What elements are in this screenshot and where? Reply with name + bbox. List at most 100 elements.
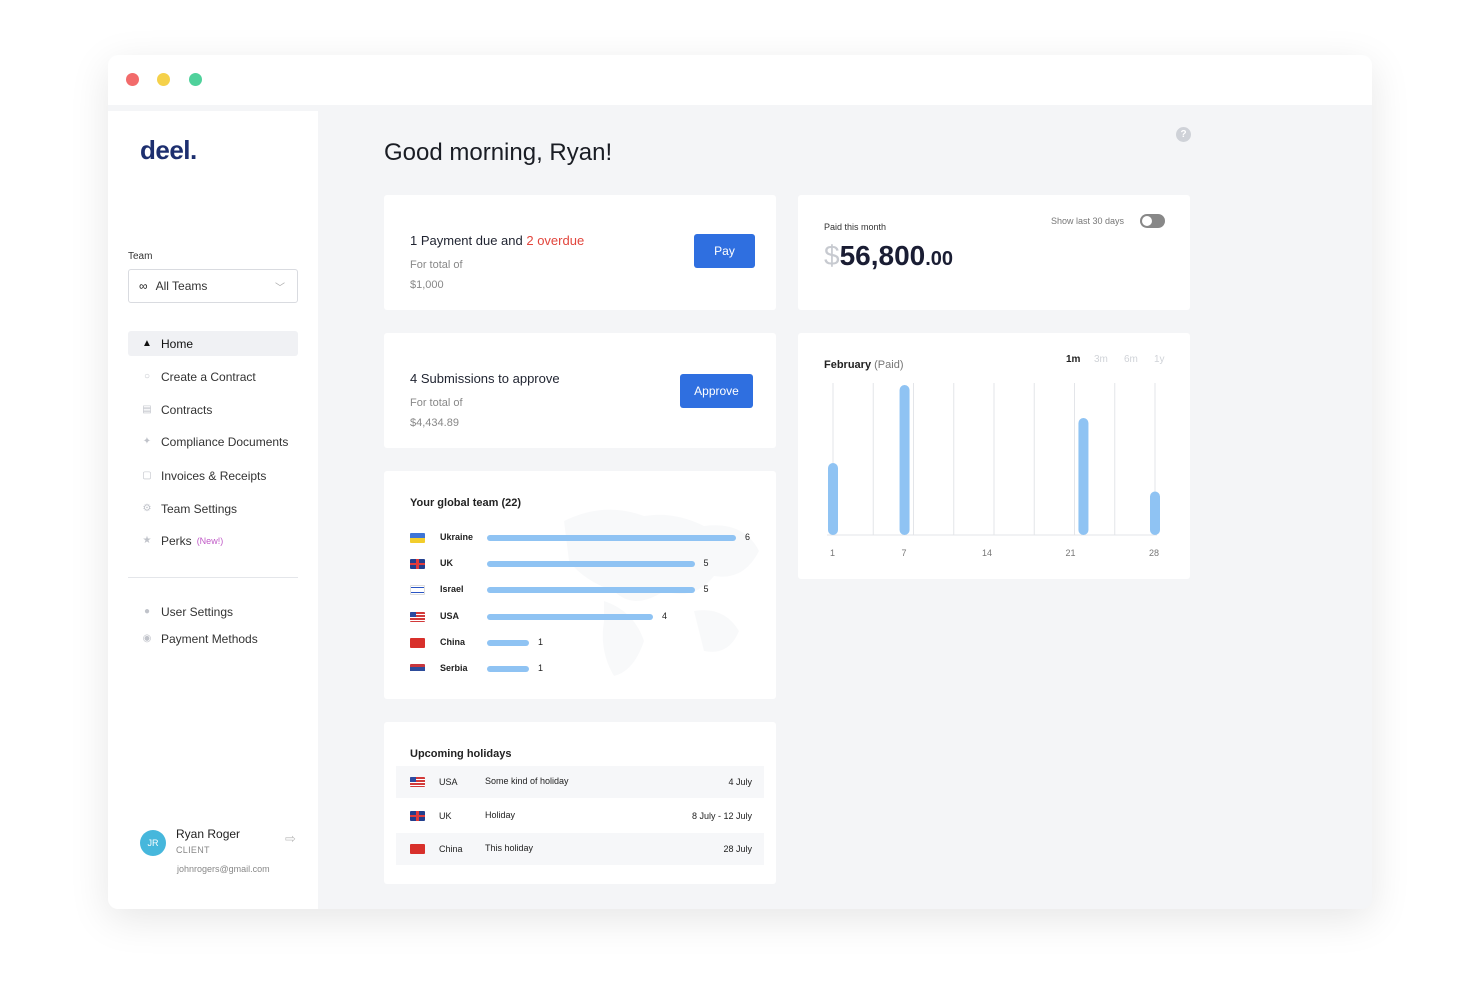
payment-amount: $1,000 [410,279,444,291]
sidebar-item-team-settings[interactable]: ⚙ Team Settings [128,496,298,521]
team-country-row[interactable]: Ukraine 6 [410,531,760,545]
sidebar-item-home[interactable]: ▲ Home [128,331,298,356]
holiday-country: UK [439,811,452,821]
sidebar-item-perks[interactable]: ★ Perks (New!) [128,528,298,553]
usa-flag-icon [410,777,425,787]
pay-button[interactable]: Pay [694,234,755,268]
toggle-knob [1142,216,1152,226]
payment-due-card: 1 Payment due and 2 overdue For total of… [384,195,776,310]
sidebar-item-label: Perks [161,533,192,548]
team-count-bar [487,666,529,672]
approve-button[interactable]: Approve [680,374,753,408]
new-badge: (New!) [196,535,224,546]
paid-this-month-label: Paid this month [824,222,887,232]
chart-bar[interactable] [899,385,910,535]
card-icon: ◉ [142,633,152,644]
show-last-30-days-label: Show last 30 days [1051,216,1125,226]
payments-chart-card: February (Paid) 1m 3m 6m 1y 1 7 14 21 28 [798,333,1190,579]
team-country-row[interactable]: UK 5 [410,557,760,571]
team-country-row[interactable]: Serbia 1 [410,662,760,676]
star-icon: ★ [142,535,152,546]
usa-flag-icon [410,611,425,622]
submissions-card: 4 Submissions to approve For total of $4… [384,333,776,448]
team-select[interactable]: ∞ All Teams ﹀ [128,269,298,303]
holiday-row[interactable]: USA Some kind of holiday 4 July [396,766,764,798]
x-tick-label: 14 [982,548,993,558]
overdue-link[interactable]: 2 overdue [526,233,584,248]
chart-bar[interactable] [1150,491,1160,536]
sidebar-item-user-settings[interactable]: ● User Settings [128,599,298,624]
amount-whole: 56,800 [839,240,926,271]
team-count-bar [487,587,695,594]
x-tick-label: 28 [1149,548,1160,558]
x-tick-label: 21 [1065,548,1076,558]
team-label: Team [128,251,153,262]
submissions-amount: $4,434.89 [410,417,459,429]
sidebar-item-contracts[interactable]: ▤ Contracts [128,397,298,422]
app-window: deel. Team ∞ All Teams ﹀ ▲ Home ○ Create… [108,55,1372,909]
pin-icon: ✦ [142,436,152,447]
holiday-name: This holiday [485,843,534,853]
holiday-row[interactable]: UK Holiday 8 July - 12 July [396,800,764,832]
chart-bar[interactable] [1078,418,1089,535]
holiday-country: USA [439,777,458,787]
team-count-label: 5 [703,584,709,595]
show-last-30-days-toggle[interactable] [1140,214,1165,228]
page-title: Good morning, Ryan! [384,139,613,166]
uk-flag-icon [410,811,425,821]
user-name: Ryan Roger [176,827,241,841]
team-country-name: Serbia [440,663,468,673]
team-country-name: Israel [440,584,464,595]
ukraine-flag-icon [410,533,425,543]
total-label: For total of [410,259,463,271]
sidebar-item-invoices[interactable]: ▢ Invoices & Receipts [128,463,298,488]
user-profile[interactable]: JR Ryan Roger CLIENT johnrogers@gmail.co… [140,821,310,881]
holidays-card: Upcoming holidays USA Some kind of holid… [384,722,776,884]
total-label: For total of [410,397,463,409]
maximize-window-button[interactable] [189,73,202,86]
avatar[interactable]: JR [140,830,166,856]
team-count-label: 6 [745,532,751,542]
minimize-window-button[interactable] [157,73,170,86]
sidebar-item-label: Invoices & Receipts [161,468,267,483]
team-country-row[interactable]: China 1 [410,636,760,650]
holiday-country: China [439,844,463,854]
home-icon: ▲ [142,338,152,349]
document-icon: ▤ [142,404,152,415]
receipt-icon: ▢ [142,470,152,481]
team-count-label: 1 [538,663,544,673]
team-country-name: USA [440,610,460,621]
israel-flag-icon [410,585,425,596]
team-select-value: All Teams [155,279,208,293]
sidebar-item-label: User Settings [161,604,234,619]
sidebar-item-label: Create a Contract [161,369,256,384]
bar-chart [827,383,1160,536]
sidebar-item-label: Team Settings [161,501,238,516]
team-country-row[interactable]: USA 4 [410,610,760,624]
team-count-bar [487,613,653,620]
gear-icon: ⚙ [142,503,152,514]
sidebar-item-label: Home [161,336,194,351]
holidays-title: Upcoming holidays [410,748,512,760]
chart-bar[interactable] [828,463,838,535]
chevron-down-icon: ﹀ [275,283,285,294]
help-icon[interactable]: ? [1176,127,1191,142]
sidebar-item-compliance-documents[interactable]: ✦ Compliance Documents [128,429,298,454]
team-country-name: UK [440,558,453,569]
user-icon: ● [143,606,151,617]
deel-logo[interactable]: deel. [140,135,197,166]
payment-due-text: 1 Payment due and 2 overdue [410,233,584,248]
paid-this-month-amount: $56,800.00 [824,240,953,272]
close-window-button[interactable] [126,73,139,86]
team-count-label: 1 [538,636,544,647]
payment-due-prefix: 1 Payment due and [410,233,527,248]
sidebar-item-create-contract[interactable]: ○ Create a Contract [128,364,298,389]
team-country-row[interactable]: Israel 5 [410,583,760,597]
sidebar-item-payment-methods[interactable]: ◉ Payment Methods [128,626,298,651]
infinity-icon: ∞ [139,279,148,293]
holiday-row[interactable]: China This holiday 28 July [396,833,764,865]
logout-icon[interactable]: ⇨ [285,831,296,847]
sidebar: deel. Team ∞ All Teams ﹀ ▲ Home ○ Create… [108,111,318,909]
submissions-text: 4 Submissions to approve [410,371,560,386]
china-flag-icon [410,637,425,648]
